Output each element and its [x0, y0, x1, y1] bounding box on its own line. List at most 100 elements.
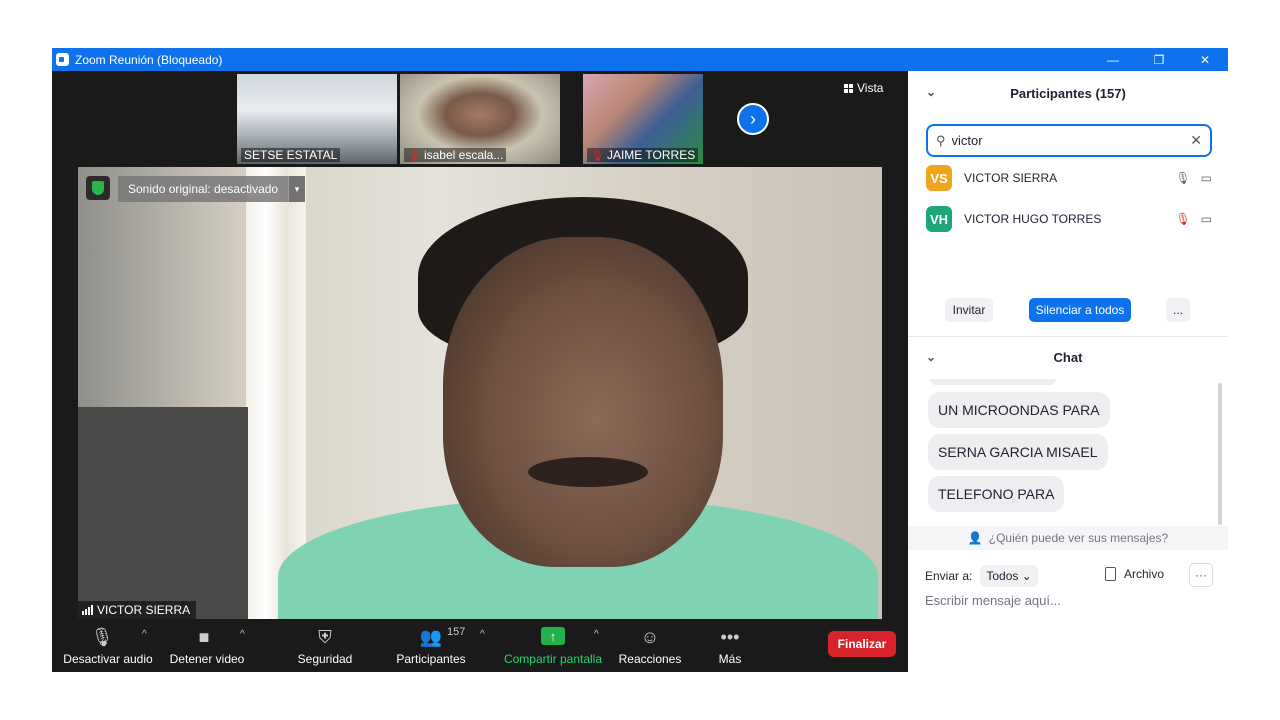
- participant-name: VICTOR SIERRA: [964, 171, 1058, 185]
- muted-mic-icon: 🎙: [1175, 212, 1191, 226]
- reactions-label: Reacciones: [618, 652, 682, 666]
- encryption-shield-icon[interactable]: [86, 176, 110, 200]
- title-bar: Zoom Reunión (Bloqueado) — ❐ ✕: [52, 48, 1228, 71]
- microphone-icon: 🎙: [90, 627, 114, 647]
- zoom-window: Zoom Reunión (Bloqueado) — ❐ ✕ SETSE EST…: [52, 48, 1228, 672]
- next-page-button[interactable]: ›: [737, 103, 769, 135]
- mute-audio-button[interactable]: 🎙 Desactivar audio: [58, 619, 158, 672]
- more-chat-options-button[interactable]: ···: [1189, 563, 1213, 587]
- meeting-toolbar: 🎙 Desactivar audio ^ ■ Detener video ^ ⛨…: [52, 619, 908, 672]
- share-screen-icon: ↑: [541, 627, 565, 645]
- video-camera-icon: ■: [198, 627, 210, 647]
- chat-send-options: Enviar a: Todos ⌄ Archivo ···: [925, 563, 1215, 589]
- window-title: Zoom Reunión (Bloqueado): [75, 52, 223, 67]
- recipient-dropdown[interactable]: Todos ⌄: [980, 565, 1038, 587]
- chat-title: Chat: [1053, 349, 1083, 365]
- more-participant-options-button[interactable]: ...: [1166, 298, 1190, 322]
- chat-scrollbar[interactable]: [1218, 383, 1222, 525]
- stop-video-label: Detener video: [169, 652, 245, 666]
- original-sound-toggle[interactable]: Sonido original: desactivado: [118, 176, 289, 202]
- microphone-icon: 🎙: [1175, 171, 1191, 185]
- chat-message-input[interactable]: Escribir mensaje aquí...: [925, 593, 1061, 608]
- participant-status-icons: 🎙 ▭: [1175, 212, 1212, 226]
- chat-header: ⌄ Chat: [908, 337, 1228, 377]
- share-screen-label: Compartir pantalla: [503, 652, 603, 666]
- chat-message-partial: [930, 379, 1056, 385]
- chat-message: TELEFONO PARA: [928, 476, 1065, 512]
- original-sound-dropdown[interactable]: ▾: [288, 176, 305, 202]
- chat-message: SERNA GARCIA MISAEL: [928, 434, 1108, 470]
- thumbnail-label: 🎙 isabel escala...: [404, 148, 507, 162]
- muted-mic-icon: 🎙: [590, 149, 604, 162]
- speaker-name-tag: VICTOR SIERRA: [78, 601, 197, 619]
- more-button[interactable]: ••• Más: [708, 619, 752, 672]
- participants-icon: 👥: [419, 627, 443, 647]
- video-camera-icon: ▭: [1200, 212, 1212, 226]
- audio-options-caret[interactable]: ^: [142, 629, 147, 640]
- video-thumbnail[interactable]: 🎙 isabel escala...: [400, 74, 560, 164]
- video-mustache: [528, 457, 648, 487]
- participants-count: 157: [447, 626, 466, 638]
- send-to-label: Enviar a:: [925, 569, 973, 583]
- chat-message: UN MICROONDAS PARA: [928, 392, 1110, 428]
- signal-strength-icon: [82, 605, 93, 615]
- clear-search-icon[interactable]: ✕: [1190, 132, 1202, 149]
- video-thumbnail[interactable]: 🎙 JAIME TORRES: [583, 74, 703, 164]
- stop-video-button[interactable]: ■ Detener video: [164, 619, 250, 672]
- security-shield-icon: ⛨: [318, 627, 332, 647]
- zoom-app-icon: [56, 53, 69, 66]
- participant-actions: Invitar Silenciar a todos ...: [908, 298, 1228, 328]
- view-label: Vista: [857, 81, 884, 95]
- participant-name: VICTOR HUGO TORRES: [964, 212, 1102, 226]
- mute-all-button[interactable]: Silenciar a todos: [1029, 298, 1131, 322]
- restore-button[interactable]: ❐: [1136, 48, 1182, 71]
- more-label: Más: [718, 652, 742, 666]
- who-can-see-messages[interactable]: 👤 ¿Quién puede ver sus mensajes?: [908, 526, 1228, 550]
- participant-search-input[interactable]: [951, 133, 1191, 148]
- thumbnail-label: 🎙 JAIME TORRES: [587, 148, 699, 162]
- chevron-down-icon[interactable]: ⌄: [926, 85, 936, 99]
- recipient-value: Todos: [986, 569, 1019, 583]
- share-options-caret[interactable]: ^: [594, 629, 599, 640]
- video-shadow: [78, 407, 248, 619]
- grid-icon: [844, 83, 853, 93]
- video-face: [443, 237, 723, 567]
- thumbnail-label: SETSE ESTATAL: [241, 148, 341, 162]
- participant-status-icons: 🎙 ▭: [1175, 171, 1212, 185]
- close-button[interactable]: ✕: [1182, 48, 1228, 71]
- participant-row[interactable]: VS VICTOR SIERRA 🎙 ▭: [926, 164, 1212, 192]
- participants-options-caret[interactable]: ^: [480, 629, 485, 640]
- avatar: VH: [926, 206, 952, 232]
- file-label: Archivo: [1124, 567, 1165, 581]
- search-icon: ⚲: [936, 132, 946, 148]
- video-camera-icon: ▭: [1200, 171, 1212, 185]
- file-icon: [1105, 567, 1116, 581]
- participant-search[interactable]: ⚲ ✕: [926, 124, 1212, 157]
- reactions-button[interactable]: ☺ Reacciones: [618, 619, 682, 672]
- file-button[interactable]: Archivo: [1105, 567, 1164, 581]
- thumbnail-name: isabel escala...: [423, 148, 504, 162]
- avatar: VS: [926, 165, 952, 191]
- mute-audio-label: Desactivar audio: [63, 652, 153, 666]
- security-label: Seguridad: [297, 652, 353, 666]
- chevron-down-icon[interactable]: ⌄: [926, 350, 936, 364]
- meeting-area: SETSE ESTATAL 🎙 isabel escala... 🎙 JAIME…: [52, 71, 908, 672]
- video-thumbnail[interactable]: SETSE ESTATAL: [237, 74, 397, 164]
- share-screen-button[interactable]: ↑ Compartir pantalla: [502, 619, 604, 672]
- view-button[interactable]: Vista: [844, 81, 883, 95]
- minimize-button[interactable]: —: [1090, 48, 1136, 71]
- main-speaker-video: Sonido original: desactivado ▾ VICTOR SI…: [78, 167, 882, 619]
- security-button[interactable]: ⛨ Seguridad: [292, 619, 358, 672]
- chevron-down-icon: ⌄: [1021, 569, 1032, 583]
- participants-title: Participantes (157): [1010, 85, 1126, 101]
- video-options-caret[interactable]: ^: [240, 629, 245, 640]
- invite-button[interactable]: Invitar: [945, 298, 993, 322]
- thumbnail-name: SETSE ESTATAL: [244, 148, 338, 162]
- who-can-see-label: ¿Quién puede ver sus mensajes?: [988, 531, 1169, 545]
- participants-label: Participantes: [396, 652, 466, 666]
- reactions-icon: ☺: [640, 627, 660, 647]
- chevron-right-icon: ›: [750, 108, 756, 129]
- thumbnail-name: JAIME TORRES: [606, 148, 696, 162]
- participant-row[interactable]: VH VICTOR HUGO TORRES 🎙 ▭: [926, 205, 1212, 233]
- end-meeting-button[interactable]: Finalizar: [828, 631, 896, 657]
